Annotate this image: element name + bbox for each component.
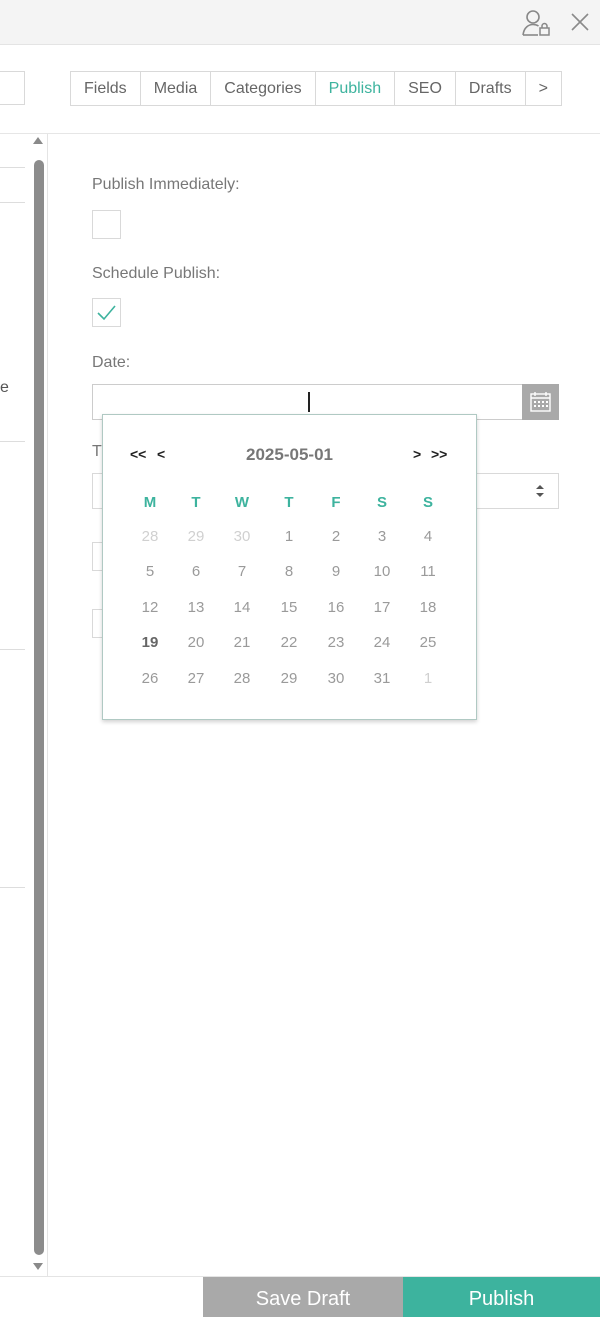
calendar-day[interactable]: 4 [408,528,448,545]
calendar-day[interactable]: 27 [176,670,216,687]
schedule-publish-label: Schedule Publish: [92,265,221,282]
publish-button[interactable]: Publish [403,1277,600,1317]
weekday-label: T [191,494,201,511]
schedule-publish-checkbox[interactable] [92,298,121,327]
tab-media[interactable]: Media [141,72,212,105]
calendar-day[interactable]: 29 [176,528,216,545]
calendar-day[interactable]: 12 [130,599,170,616]
datepicker-popup: 2025-05-01 << < > >> MTWTFSS 28 29 30 1 2 3 4 5… [102,414,477,720]
calendar-day[interactable]: 1 [408,670,448,687]
scroll-up-arrow-icon[interactable] [33,137,43,144]
calendar-day[interactable]: 16 [316,599,356,616]
top-bar [0,0,600,45]
tab-fields[interactable]: Fields [71,72,141,105]
calendar-day[interactable]: 13 [176,599,216,616]
calendar-day[interactable]: 29 [269,670,309,687]
calendar-day[interactable]: 31 [362,670,402,687]
calendar-day[interactable]: 30 [222,528,262,545]
prev-year-button[interactable]: << [130,446,146,462]
calendar-day[interactable]: 26 [130,670,170,687]
calendar-day[interactable]: 8 [269,563,309,580]
calendar-day[interactable]: 11 [408,563,448,580]
next-month-button[interactable]: > [413,446,421,462]
next-year-button[interactable]: >> [431,446,447,462]
calendar-day[interactable]: 17 [362,599,402,616]
tab-bar: Fields Media Categories Publish SEO Draf… [70,71,562,106]
close-icon[interactable] [568,9,592,35]
left-panel-divider [0,887,25,888]
publish-immediately-label: Publish Immediately: [92,176,240,193]
calendar-day[interactable]: 28 [222,670,262,687]
calendar-day[interactable]: 14 [222,599,262,616]
scroll-down-arrow-icon[interactable] [33,1263,43,1270]
left-panel-divider [0,167,25,168]
weekday-label: T [284,494,294,511]
calendar-day-today[interactable]: 19 [130,634,170,651]
user-lock-icon[interactable] [521,8,551,38]
calendar-day[interactable]: 20 [176,634,216,651]
text-caret [308,392,310,412]
weekday-label: S [422,494,433,511]
calendar-day[interactable]: 6 [176,563,216,580]
calendar-day[interactable]: 21 [222,634,262,651]
calendar-icon [530,392,551,412]
calendar-day[interactable]: 24 [362,634,402,651]
header-divider [0,133,600,134]
calendar-day[interactable]: 22 [269,634,309,651]
calendar-button[interactable] [522,384,559,420]
calendar-day[interactable]: 9 [316,563,356,580]
calendar-day[interactable]: 1 [269,528,309,545]
calendar-day[interactable]: 7 [222,563,262,580]
save-draft-button[interactable]: Save Draft [203,1277,403,1317]
tab-publish[interactable]: Publish [316,72,396,105]
calendar-day[interactable]: 23 [316,634,356,651]
date-label: Date: [92,354,131,371]
calendar-day[interactable]: 3 [362,528,402,545]
calendar-day[interactable]: 28 [130,528,170,545]
left-search-input[interactable] [0,71,25,105]
publish-immediately-checkbox[interactable] [92,210,121,239]
calendar-day[interactable]: 18 [408,599,448,616]
tab-more[interactable]: > [526,72,561,105]
checkmark-icon [97,305,116,321]
left-panel-divider [0,441,25,442]
weekday-label: S [376,494,387,511]
weekday-label: M [143,494,157,511]
calendar-day[interactable]: 2 [316,528,356,545]
calendar-day[interactable]: 25 [408,634,448,651]
tab-categories[interactable]: Categories [211,72,316,105]
left-panel-text: e [0,379,9,396]
tab-seo[interactable]: SEO [395,72,456,105]
time-label: T [92,443,102,460]
calendar-day[interactable]: 10 [362,563,402,580]
left-panel-divider [0,202,25,203]
prev-month-button[interactable]: < [157,446,165,462]
tab-drafts[interactable]: Drafts [456,72,526,105]
select-arrows-icon [536,485,544,497]
weekday-label: W [234,494,250,511]
calendar-day[interactable]: 5 [130,563,170,580]
weekday-label: F [331,494,341,511]
calendar-day[interactable]: 15 [269,599,309,616]
scrollbar-thumb[interactable] [34,160,44,1255]
calendar-day[interactable]: 30 [316,670,356,687]
left-panel-divider [0,649,25,650]
